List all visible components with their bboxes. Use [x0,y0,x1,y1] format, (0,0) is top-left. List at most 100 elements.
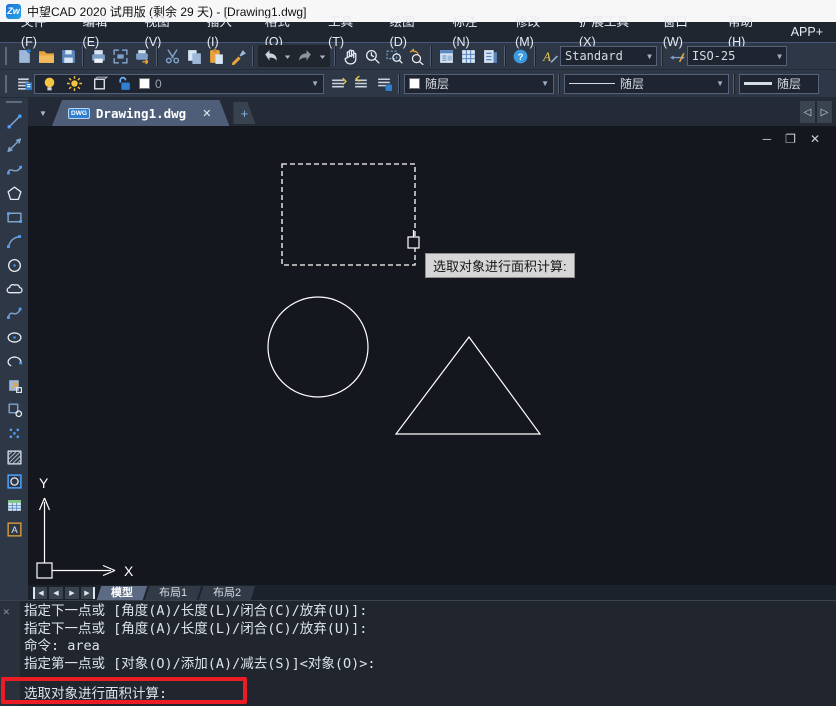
zoom-realtime-icon[interactable] [362,46,382,66]
toolbar-grip[interactable] [5,47,11,65]
layout-tab-模型[interactable]: 模型 [97,586,148,600]
print-preview-icon[interactable] [110,46,130,66]
linetype-dropdown[interactable]: 随层 ▼ [564,74,729,94]
save-icon[interactable] [58,46,78,66]
text-style-dropdown[interactable]: Standard ▼ [560,46,657,66]
command-history-line-3: 指定第一点或 [对象(O)/添加(A)/减去(S)]<对象(O)>: [24,656,376,674]
layout-nav-prev-icon[interactable]: ◀ [49,587,63,599]
toolbar-separator [252,46,254,66]
properties-palette-icon[interactable] [436,46,456,66]
layer-unlock-icon[interactable] [114,74,134,94]
layer-thaw-sun-icon[interactable] [64,74,84,94]
document-tab-bar: ▼ DWG Drawing1.dwg ✕ + ◁ ▷ [28,98,836,126]
rectangle-icon[interactable] [3,206,25,228]
layer-plot-icon[interactable] [89,74,109,94]
undo-history-dropdown-icon[interactable] [282,46,293,66]
plot-settings-icon[interactable] [132,46,152,66]
print-icon[interactable] [88,46,108,66]
copy-icon[interactable] [184,46,204,66]
point-icon[interactable] [3,422,25,444]
circle-shape[interactable] [268,297,368,397]
sheet-set-icon[interactable] [480,46,500,66]
text-style-value: Standard [565,49,623,63]
redo-history-dropdown-icon[interactable] [317,46,328,66]
zoom-previous-icon[interactable] [406,46,426,66]
layout-nav-last-icon[interactable]: ▶ [81,587,95,599]
menu-bar: 文件(F)编辑(E)视图(V)插入(I)格式(O)工具(T)绘图(D)标注(N)… [0,22,836,43]
cut-icon[interactable] [162,46,182,66]
polyline-icon[interactable] [3,158,25,180]
text-style-icon[interactable]: A [540,46,560,66]
paste-icon[interactable] [206,46,226,66]
lineweight-dropdown[interactable]: 随层 [739,74,819,94]
revision-cloud-icon[interactable] [3,278,25,300]
new-tab-button[interactable]: + [233,102,255,124]
layer-make-current-icon[interactable] [328,74,348,94]
close-command-window-icon[interactable]: ✕ [3,605,10,618]
layout-nav-next-icon[interactable]: ▶ [65,587,79,599]
layout-nav-first-icon[interactable]: ◀ [33,587,47,599]
polygon-icon[interactable] [3,182,25,204]
lineweight-sample [744,82,772,85]
arc-icon[interactable] [3,230,25,252]
layer-previous-icon[interactable] [351,74,371,94]
hatch-icon[interactable] [3,446,25,468]
layout-tab-布局2[interactable]: 布局2 [199,586,256,600]
close-icon[interactable]: ✕ [810,132,820,146]
help-icon[interactable]: ? [510,46,530,66]
toolbar-separator [398,74,400,94]
restore-icon[interactable]: ❐ [785,132,796,146]
layer-properties-manager-icon[interactable] [14,74,34,94]
toolbar-grip[interactable] [6,101,22,106]
ellipse-icon[interactable] [3,326,25,348]
insert-block-icon[interactable] [3,374,25,396]
make-block-icon[interactable] [3,398,25,420]
table-icon[interactable] [3,494,25,516]
tab-scroll-left-icon[interactable]: ◁ [800,101,815,123]
drawing-canvas[interactable]: Y X ─ ❐ ✕ 选取对象进行面积计算: [28,126,836,585]
layer-dropdown[interactable]: 0 ▼ [34,74,324,94]
format-painter-icon[interactable] [228,46,248,66]
toolbar-separator [558,74,560,94]
circle-icon[interactable] [3,254,25,276]
zoom-window-icon[interactable] [384,46,404,66]
open-folder-icon[interactable] [36,46,56,66]
dim-style-dropdown[interactable]: ISO-25 ▼ [687,46,787,66]
color-dropdown[interactable]: 随层 ▼ [404,74,554,94]
layer-states-icon[interactable] [374,74,394,94]
command-history-line-0: 指定下一点或 [角度(A)/长度(L)/闭合(C)/放弃(U)]: [24,603,376,621]
tab-scroll-right-icon[interactable]: ▷ [817,101,832,123]
layout-tab-布局1[interactable]: 布局1 [145,586,202,600]
command-window[interactable]: ✕ 指定下一点或 [角度(A)/长度(L)/闭合(C)/放弃(U)]:指定下一点… [0,600,836,706]
triangle-shape[interactable] [396,337,540,434]
toolbar-separator [733,74,735,94]
linetype-sample [569,83,615,84]
construction-line-icon[interactable] [3,134,25,156]
dashed-rectangle-shape[interactable] [282,164,415,265]
spline-icon[interactable] [3,302,25,324]
toolbar-separator [334,46,336,66]
chevron-down-icon: ▼ [647,52,652,61]
chevron-down-icon: ▼ [311,79,319,88]
pan-hand-icon[interactable] [340,46,360,66]
close-tab-icon[interactable]: ✕ [202,107,211,120]
dwg-file-icon: DWG [68,108,90,119]
tool-palette-icon[interactable] [458,46,478,66]
menu-item-12[interactable]: APP+ [778,22,836,42]
toolbar-separator [82,46,84,66]
ellipse-arc-icon[interactable] [3,350,25,372]
layout-tab-bar: ◀◀▶▶ 模型布局1布局2 [28,585,836,600]
layer-on-bulb-icon[interactable] [39,74,59,94]
line-icon[interactable] [3,110,25,132]
undo-icon[interactable] [260,46,280,66]
dim-style-icon[interactable] [667,46,687,66]
minimize-icon[interactable]: ─ [763,132,772,146]
layers-toolbar: 0 ▼ 随层 ▼ 随层 ▼ 随层 [0,70,836,98]
region-icon[interactable] [3,470,25,492]
new-file-icon[interactable] [14,46,34,66]
tab-list-dropdown-icon[interactable]: ▼ [34,103,52,123]
tab-drawing1[interactable]: DWG Drawing1.dwg ✕ [52,100,229,126]
mtext-icon[interactable]: A [3,518,25,540]
redo-icon[interactable] [295,46,315,66]
toolbar-grip[interactable] [5,75,11,93]
